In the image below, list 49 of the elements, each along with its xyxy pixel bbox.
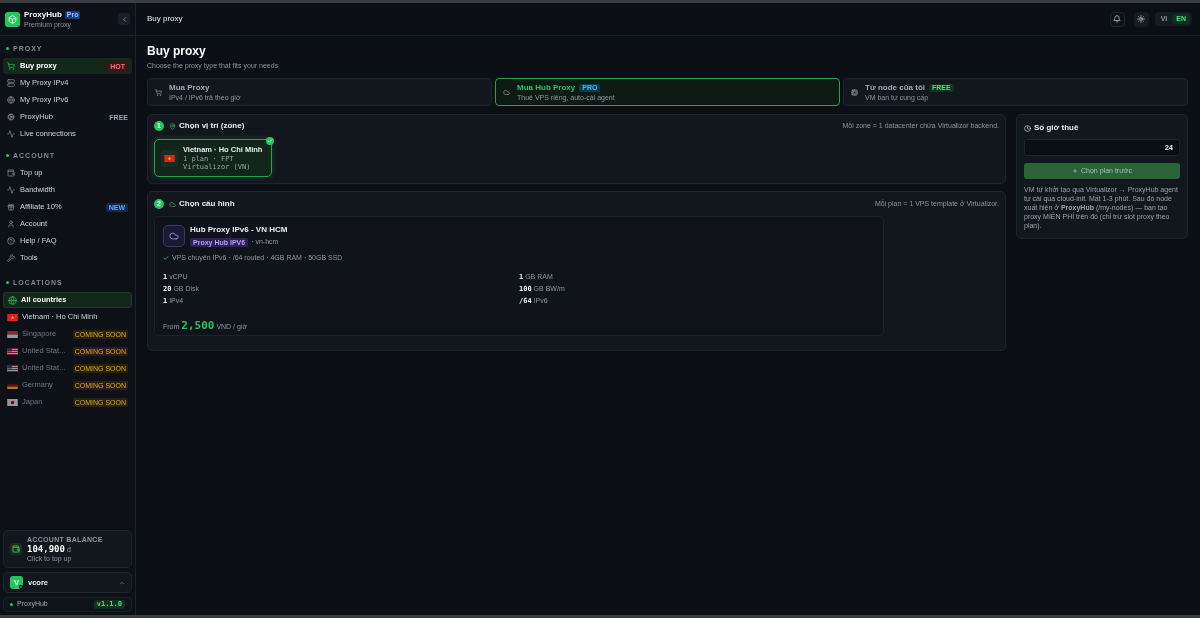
pulse-icon — [7, 186, 15, 194]
brand-name: ProxyHub — [24, 9, 62, 20]
check-icon — [163, 254, 169, 261]
flag-icon — [7, 381, 18, 389]
panel-title: Số giờ thuê — [1034, 122, 1079, 134]
chip-icon — [851, 88, 858, 96]
status-dot-icon — [6, 281, 9, 284]
flag-icon — [7, 330, 18, 338]
status-dot-icon — [6, 47, 9, 50]
cloud-icon — [163, 225, 185, 248]
theme-button[interactable] — [1133, 11, 1149, 27]
flag-icon — [161, 149, 178, 167]
cloud-icon — [503, 88, 510, 96]
status-dot-icon — [10, 603, 13, 606]
globe-icon — [7, 96, 15, 104]
plan-name: Hub Proxy IPv6 - VN HCM — [190, 225, 288, 235]
chevron-left-icon — [120, 15, 128, 23]
plus-icon — [1072, 168, 1079, 174]
user-icon — [7, 220, 15, 228]
server-icon — [7, 79, 15, 87]
clock-icon — [1024, 124, 1031, 132]
cart-icon — [155, 88, 162, 96]
cog-icon — [7, 113, 15, 121]
cart-icon — [7, 62, 15, 70]
flag-icon — [7, 347, 18, 355]
globe-icon — [8, 295, 17, 305]
header-title: Buy proxy — [147, 13, 183, 25]
page-title: Buy proxy — [147, 44, 207, 59]
step-title: Chọn vị trí (zone) — [179, 120, 245, 132]
check-icon — [266, 137, 274, 145]
flag-icon — [7, 313, 18, 321]
bell-icon — [1113, 15, 1122, 23]
notifications-button[interactable] — [1109, 11, 1125, 27]
help-icon — [7, 237, 15, 245]
map-pin-icon — [169, 122, 176, 130]
status-dot-icon — [6, 154, 9, 157]
gift-icon — [7, 203, 15, 211]
wallet-icon — [7, 169, 15, 177]
logo-icon — [5, 11, 20, 27]
flag-icon — [7, 398, 18, 406]
flag-icon — [7, 364, 18, 372]
step-title: Chọn cấu hình — [179, 198, 235, 210]
pulse-icon — [7, 130, 15, 138]
cloud-icon — [169, 200, 176, 208]
wrench-icon — [7, 254, 15, 262]
collapse-button[interactable] — [118, 13, 130, 25]
chevron-up-icon — [119, 579, 125, 586]
sun-icon — [1137, 15, 1146, 23]
wallet-icon — [10, 543, 22, 555]
